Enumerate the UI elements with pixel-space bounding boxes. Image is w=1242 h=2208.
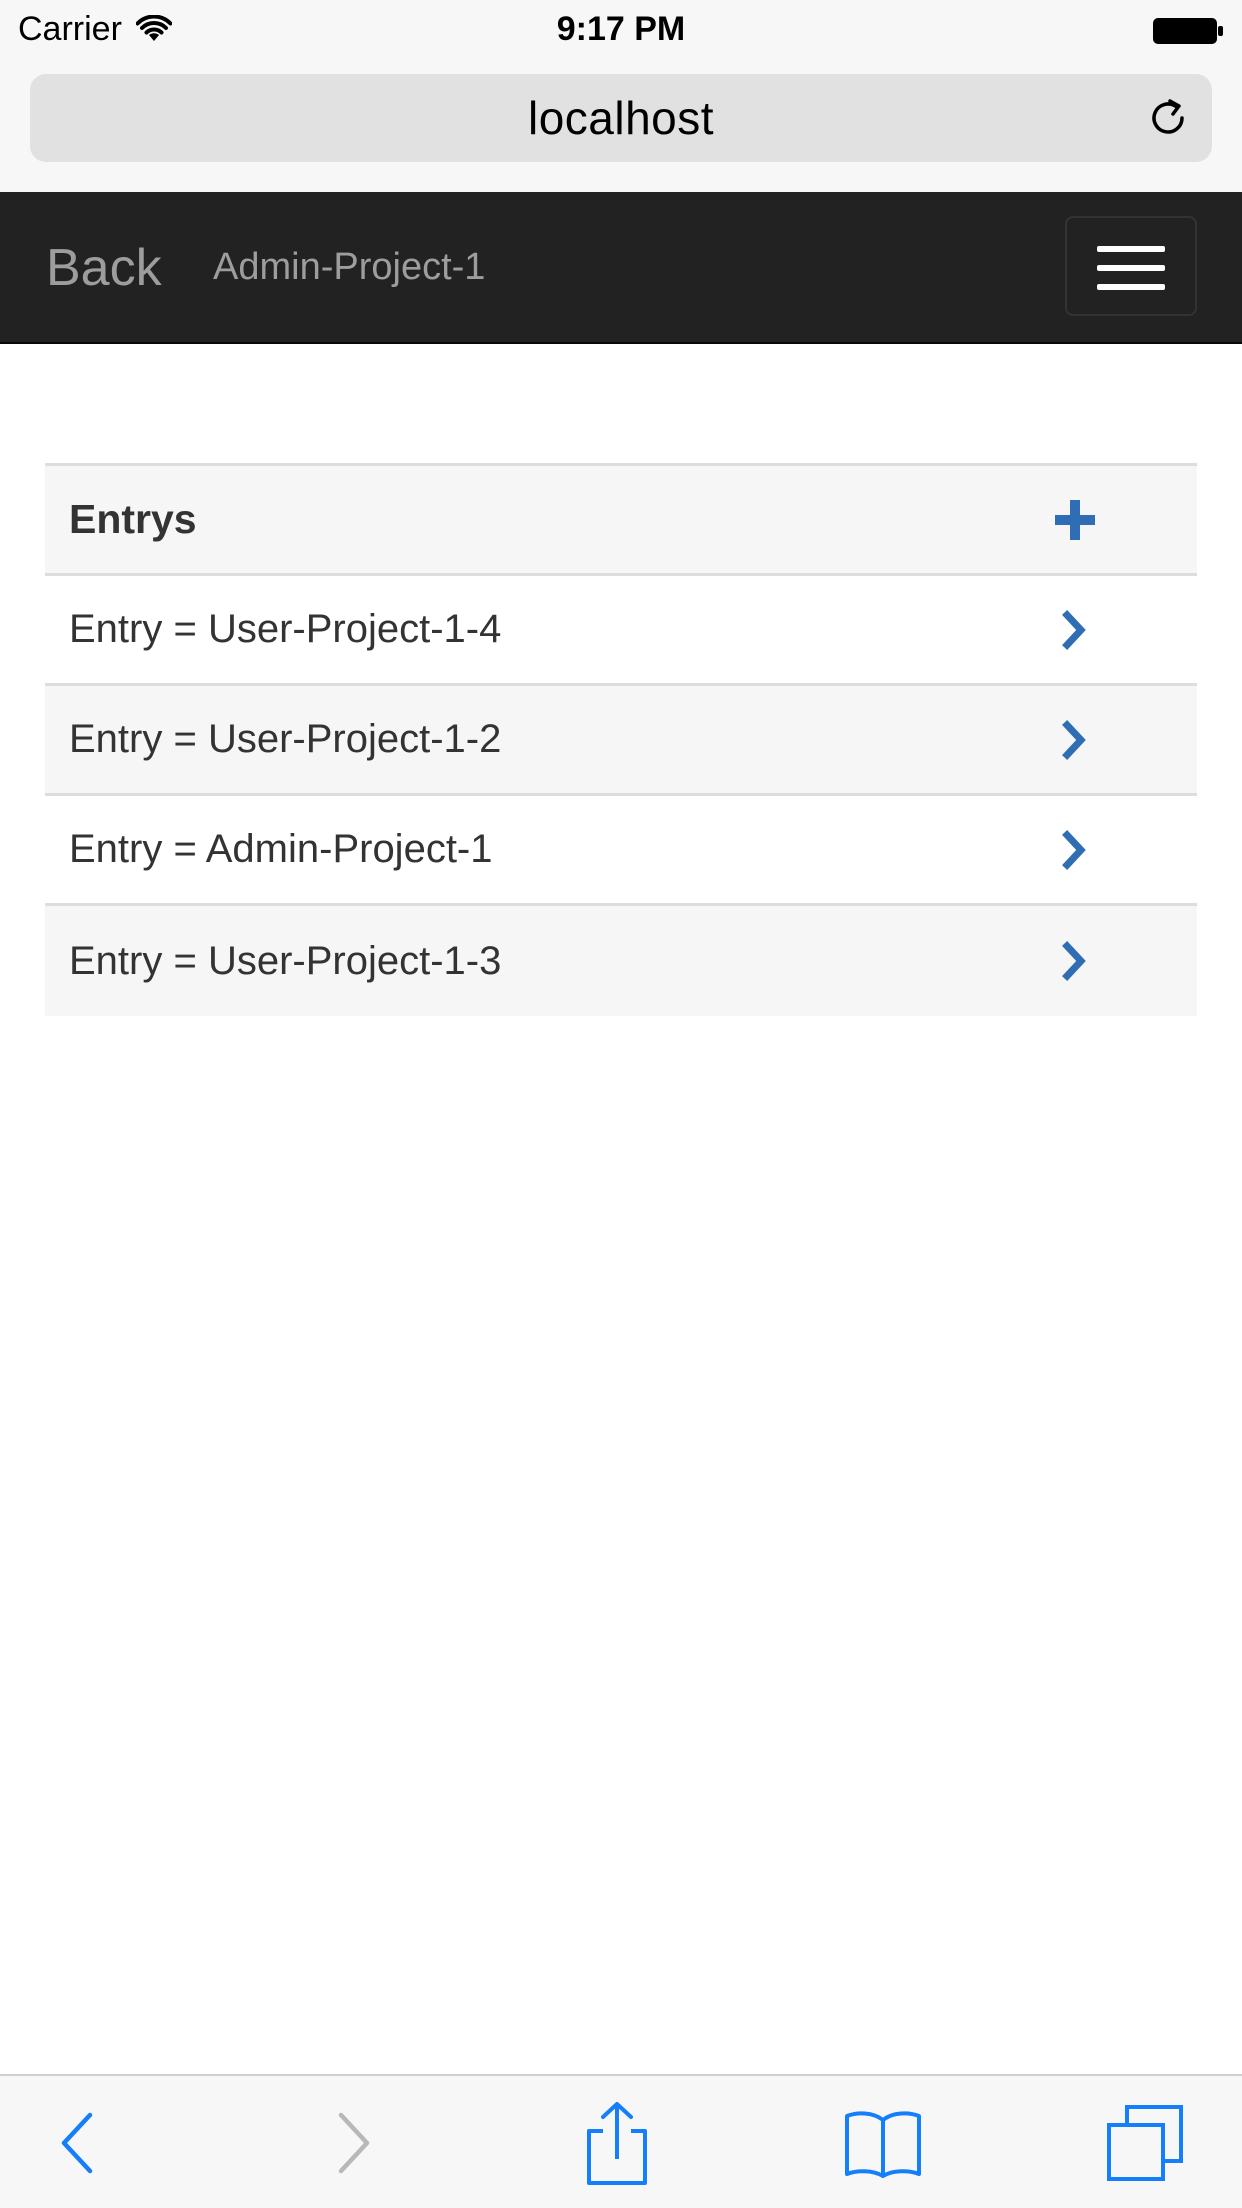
chevron-right-icon bbox=[1062, 609, 1086, 650]
table-header-row: Entrys bbox=[45, 466, 1197, 576]
chevron-right-icon bbox=[1062, 829, 1086, 870]
app-navbar: Back Admin-Project-1 bbox=[0, 192, 1242, 344]
table-row[interactable]: Entry = User-Project-1-3 bbox=[45, 906, 1197, 1016]
table-row[interactable]: Entry = User-Project-1-2 bbox=[45, 686, 1197, 796]
address-bar[interactable]: localhost bbox=[30, 74, 1212, 162]
table-row[interactable]: Entry = User-Project-1-4 bbox=[45, 576, 1197, 686]
browser-back-button[interactable] bbox=[33, 2098, 123, 2188]
share-icon bbox=[587, 2102, 647, 2185]
open-entry-button[interactable] bbox=[1045, 820, 1105, 880]
chevron-right-icon bbox=[1062, 719, 1086, 760]
status-time: 9:17 PM bbox=[556, 10, 686, 48]
plus-icon bbox=[1055, 499, 1095, 540]
browser-toolbar bbox=[0, 2074, 1242, 2208]
open-entry-button[interactable] bbox=[1045, 600, 1105, 660]
share-button[interactable] bbox=[572, 2098, 662, 2188]
open-entry-button[interactable] bbox=[1045, 710, 1105, 770]
forward-arrow-icon bbox=[338, 2112, 370, 2174]
back-arrow-icon bbox=[61, 2112, 93, 2174]
menu-toggle-button[interactable] bbox=[1065, 216, 1197, 316]
table-row[interactable]: Entry = Admin-Project-1 bbox=[45, 796, 1197, 906]
navbar-title[interactable]: Admin-Project-1 bbox=[213, 246, 485, 289]
tabs-icon bbox=[1107, 2105, 1183, 2181]
entry-label: Entry = User-Project-1-2 bbox=[69, 717, 502, 761]
entries-table: Entrys Entry = User-Project-1-4 Entry = … bbox=[45, 463, 1197, 1016]
browser-address-area: localhost bbox=[0, 62, 1242, 192]
hamburger-icon-bar bbox=[1097, 284, 1165, 290]
table-header-label: Entrys bbox=[69, 496, 197, 542]
bookmarks-icon bbox=[845, 2111, 921, 2178]
entry-label: Entry = User-Project-1-4 bbox=[69, 607, 502, 651]
safari-screen: Carrier 9:17 PM localhost Back Admin-Pro… bbox=[0, 0, 1242, 2208]
entry-label: Entry = Admin-Project-1 bbox=[69, 827, 493, 871]
reload-icon[interactable] bbox=[1146, 96, 1190, 140]
back-link[interactable]: Back bbox=[46, 238, 162, 298]
url-text: localhost bbox=[527, 92, 715, 144]
hamburger-icon-bar bbox=[1097, 265, 1165, 271]
open-entry-button[interactable] bbox=[1045, 931, 1105, 991]
tabs-button[interactable] bbox=[1100, 2098, 1190, 2188]
chevron-right-icon bbox=[1062, 941, 1086, 981]
entry-label: Entry = User-Project-1-3 bbox=[69, 938, 502, 983]
bookmarks-button[interactable] bbox=[838, 2098, 928, 2188]
add-entry-button[interactable] bbox=[1045, 490, 1105, 550]
status-bar: Carrier 9:17 PM bbox=[0, 0, 1242, 62]
battery-icon bbox=[1153, 18, 1223, 44]
browser-forward-button[interactable] bbox=[308, 2098, 398, 2188]
hamburger-icon bbox=[1097, 246, 1165, 252]
